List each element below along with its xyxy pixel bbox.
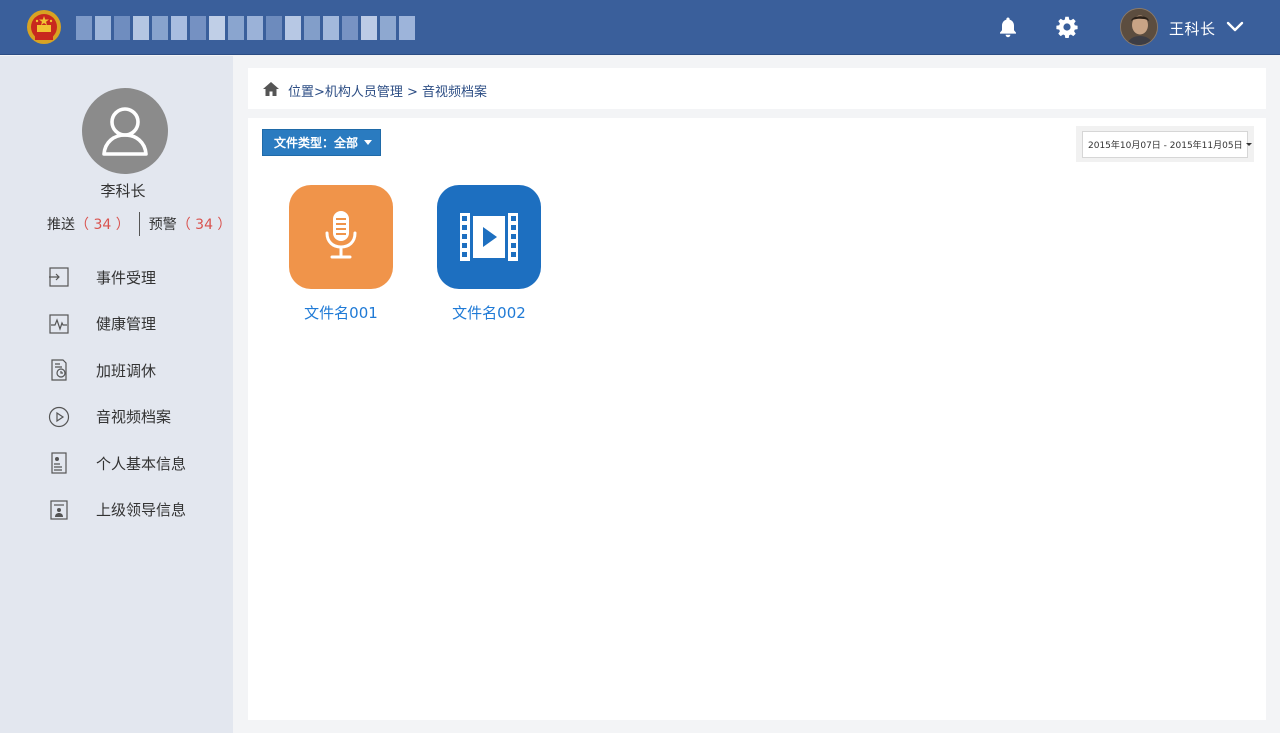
sidebar-menu: 事件受理 健康管理 加班调休 音视频档案 个人基本信息 上级领导信息 [0,254,233,533]
file-type-filter-label: 文件类型：全部 [274,136,359,150]
push-label: 推送 [47,217,75,233]
sidebar-item-av-archive[interactable]: 音视频档案 [0,394,233,441]
chevron-down-icon[interactable] [1226,20,1244,34]
bell-icon[interactable] [996,15,1020,39]
file-type-filter[interactable]: 文件类型：全部 [262,129,381,156]
system-title-blurred [76,16,415,40]
sidebar-item-label: 个人基本信息 [96,454,187,473]
sidebar-item-label: 事件受理 [96,268,157,287]
date-range-input[interactable]: 2015年10月07日 - 2015年11月05日 [1082,131,1252,158]
sidebar-item-label: 健康管理 [96,315,157,334]
profile-avatar [82,88,168,174]
document-clock-icon [51,359,67,381]
audio-file-tile[interactable] [289,185,393,289]
heartbeat-icon [49,314,69,334]
caret-down-icon [1245,143,1252,146]
file-item-video[interactable]: 文件名002 [419,185,559,323]
warn-label: 预警 [148,217,177,233]
push-stat[interactable]: 推送（ 34 ） [47,214,130,234]
sidebar: 李科长 推送（ 34 ） 预警（ 34 ） 事件受理 健康管理 加班调休 音视频… [0,56,233,733]
date-range-picker: 2015年10月07日 - 2015年11月05日 [1076,126,1254,162]
caret-down-icon [364,140,373,145]
sidebar-item-label: 加班调休 [96,361,157,380]
profile-name: 李科长 [100,182,146,200]
warn-count: （ 34 ） [176,217,232,233]
home-icon[interactable] [262,81,280,97]
file-name[interactable]: 文件名001 [271,302,411,323]
user-photo-icon [1121,9,1157,45]
main-content: 文件类型：全部 2015年10月07日 - 2015年11月05日 文件名001 [248,118,1266,720]
stats-divider [138,212,140,236]
login-arrow-icon [49,267,69,287]
sidebar-item-label: 上级领导信息 [96,501,187,520]
user-silhouette-icon [102,107,148,156]
breadcrumb-text[interactable]: 位置>机构人员管理 > 音视频档案 [288,81,487,100]
national-emblem-icon [27,10,61,44]
user-name[interactable]: 王科长 [1169,18,1216,39]
sidebar-item-health[interactable]: 健康管理 [0,301,233,348]
file-name[interactable]: 文件名002 [419,302,559,323]
breadcrumb: 位置>机构人员管理 > 音视频档案 [248,68,1266,109]
play-circle-icon [48,406,70,427]
gear-icon[interactable] [1055,15,1079,39]
date-range-text: 2015年10月07日 - 2015年11月05日 [1088,141,1243,151]
sidebar-item-event-handling[interactable]: 事件受理 [0,254,233,301]
sidebar-item-label: 音视频档案 [96,408,172,427]
microphone-icon [325,211,357,259]
id-card-icon [51,452,67,474]
top-header: 王科长 [0,0,1280,55]
file-item-audio[interactable]: 文件名001 [271,185,411,323]
person-card-icon [50,500,68,520]
push-count: （ 34 ） [75,217,130,233]
sidebar-item-overtime[interactable]: 加班调休 [0,347,233,394]
sidebar-item-personal-info[interactable]: 个人基本信息 [0,440,233,487]
sidebar-item-superior-info[interactable]: 上级领导信息 [0,487,233,534]
warn-stat[interactable]: 预警（ 34 ） [149,214,232,234]
user-avatar[interactable] [1120,8,1158,46]
video-file-tile[interactable] [437,185,541,289]
profile-stats: 推送（ 34 ） 预警（ 34 ） [47,212,231,236]
film-play-icon [460,213,518,261]
